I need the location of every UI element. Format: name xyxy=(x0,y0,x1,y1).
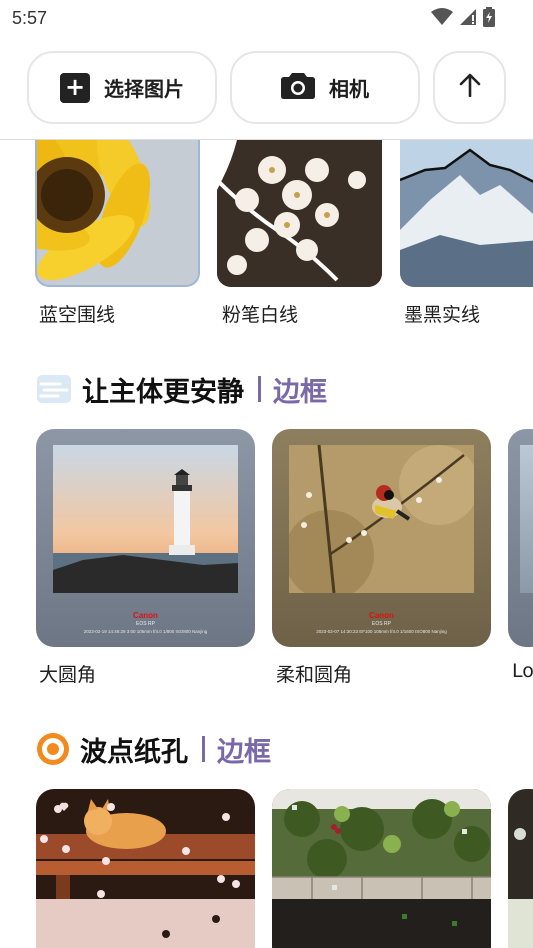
style-label-blue-outline: 蓝空围线 xyxy=(39,304,116,326)
dots-card-cat[interactable] xyxy=(36,789,255,948)
bird-photo xyxy=(289,445,474,593)
frame-section-tag: 边框 xyxy=(273,376,327,408)
signal-icon xyxy=(459,8,477,30)
frame-meta-text: 2023-02-19 14:46:29 3:00 105mm f/4.0 1/8… xyxy=(83,629,208,634)
style-label-large-radius: 大圆角 xyxy=(39,664,97,686)
style-list[interactable]: 蓝空围线 粉笔白线 墨黑实线 让主体更安静 边框 Canon EOS RP 20… xyxy=(0,140,533,948)
frame-card-bird[interactable]: Canon EOS RP 2023-02-07 14:30:23 EF100 1… xyxy=(272,429,491,647)
scroll-top-button[interactable] xyxy=(433,51,506,124)
frame-meta-text: 2023-02-07 14:30:23 EF100 105mm f/4.0 1/… xyxy=(316,629,447,634)
add-image-icon: + xyxy=(60,72,90,103)
style-label-soft-radius: 柔和圆角 xyxy=(276,664,353,686)
frame-section-header: 让主体更安静 边框 xyxy=(36,369,327,409)
frame-card-lighthouse[interactable]: Canon EOS RP 2023-02-19 14:46:29 3:00 10… xyxy=(36,429,255,647)
dots-section-title: 波点纸孔 xyxy=(80,736,188,768)
status-time: 5:57 xyxy=(12,8,48,28)
status-icons xyxy=(431,7,495,31)
frame-section-title: 让主体更安静 xyxy=(82,376,244,408)
top-toolbar: + 选择图片 相机 xyxy=(0,38,533,140)
blossom-thumbnail[interactable] xyxy=(217,140,382,287)
section-divider xyxy=(258,376,261,402)
battery-icon xyxy=(483,7,495,31)
frame-model-text: EOS RP xyxy=(372,621,391,627)
section-divider xyxy=(202,736,205,762)
camera-label: 相机 xyxy=(329,77,369,101)
select-image-label: 选择图片 xyxy=(104,77,184,101)
fog-icon xyxy=(36,374,72,404)
mountain-thumbnail[interactable] xyxy=(400,140,533,287)
frame-brand-text: Canon xyxy=(133,611,158,620)
dots-card-plants[interactable] xyxy=(272,789,491,948)
arrow-up-icon xyxy=(459,73,481,102)
sunflower-thumbnail[interactable] xyxy=(35,140,200,287)
camera-button[interactable]: 相机 xyxy=(230,51,420,124)
dots-card-partial[interactable] xyxy=(508,789,533,948)
dots-section-header: 波点纸孔 边框 xyxy=(36,729,271,769)
status-bar: 5:57 xyxy=(0,0,533,38)
target-icon xyxy=(36,732,70,766)
style-label-chalk-outline: 粉笔白线 xyxy=(222,304,299,326)
wifi-icon xyxy=(431,8,453,30)
select-image-button[interactable]: + 选择图片 xyxy=(27,51,217,124)
lighthouse-photo xyxy=(53,445,238,593)
style-label-partial: Lo xyxy=(512,660,533,682)
style-label-ink-outline: 墨黑实线 xyxy=(404,304,481,326)
frame-brand-text: Canon xyxy=(369,611,394,620)
frame-card-partial[interactable] xyxy=(508,429,533,647)
frame-model-text: EOS RP xyxy=(136,621,155,627)
camera-icon xyxy=(281,71,315,104)
dots-section-tag: 边框 xyxy=(217,736,271,768)
